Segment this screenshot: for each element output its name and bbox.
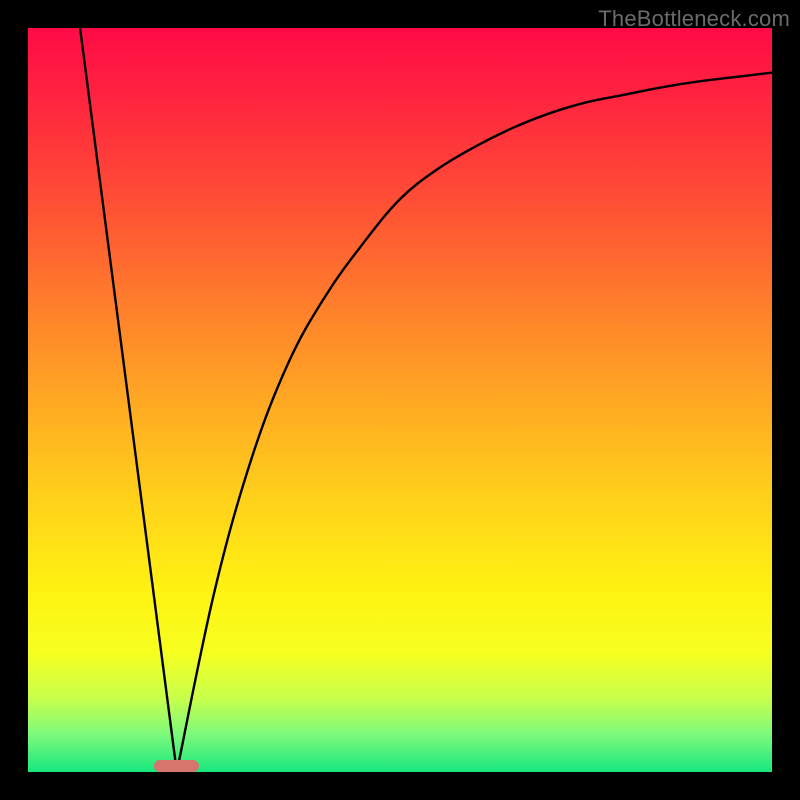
- bottleneck-marker: [154, 760, 199, 772]
- plot-area: [28, 28, 772, 772]
- curve-right-branch: [177, 73, 772, 772]
- curve-svg: [28, 28, 772, 772]
- chart-frame: TheBottleneck.com: [0, 0, 800, 800]
- curve-left-branch: [80, 28, 177, 772]
